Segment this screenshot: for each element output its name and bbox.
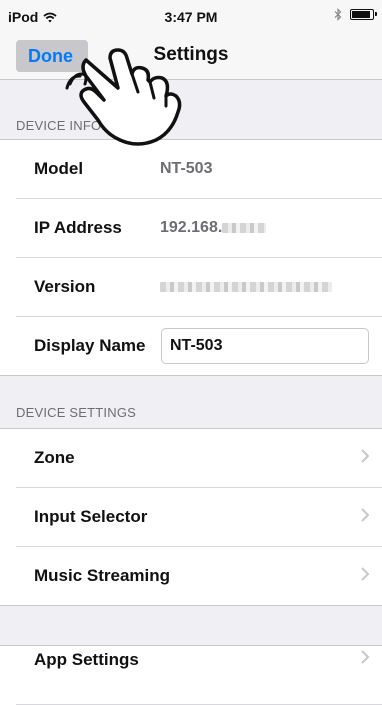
- app-settings-label: App Settings: [34, 650, 139, 669]
- bluetooth-icon: [334, 8, 342, 21]
- navigation-bar: Done Settings: [0, 32, 382, 80]
- ip-address-value: 192.168.: [160, 219, 267, 237]
- version-redacted: [160, 281, 332, 292]
- ip-address-label: IP Address: [34, 218, 122, 237]
- battery-icon: [350, 9, 377, 20]
- zone-label: Zone: [34, 448, 75, 467]
- model-row: Model NT-503: [0, 140, 382, 199]
- version-label: Version: [34, 277, 96, 296]
- page-title: Settings: [153, 44, 229, 65]
- status-time: 3:47 PM: [164, 9, 218, 25]
- music-streaming-row[interactable]: Music Streaming: [0, 547, 382, 606]
- display-name-label: Display Name: [34, 336, 146, 355]
- display-name-field[interactable]: [161, 328, 369, 364]
- model-label: Model: [34, 159, 84, 178]
- model-value: NT-503: [160, 160, 213, 177]
- battery-fill: [352, 11, 370, 18]
- zone-row[interactable]: Zone: [0, 429, 382, 488]
- status-right: [334, 8, 377, 21]
- section-spacer: [0, 606, 382, 646]
- display-name-row: Display Name: [0, 317, 382, 376]
- chevron-right-icon: [361, 508, 370, 522]
- status-bar: iPod 3:47 PM: [0, 0, 382, 32]
- version-row: Version: [0, 258, 382, 317]
- section-header-device-information: DEVICE INFORMATION: [0, 80, 382, 140]
- ip-address-redacted: [222, 222, 267, 233]
- ip-address-prefix: 192.168.: [160, 219, 223, 236]
- input-selector-row[interactable]: Input Selector: [0, 488, 382, 547]
- music-streaming-label: Music Streaming: [34, 566, 171, 585]
- app-settings-row[interactable]: App Settings: [0, 646, 382, 705]
- version-value: [160, 278, 332, 296]
- chevron-right-icon: [361, 567, 370, 581]
- section-header-device-settings: DEVICE SETTINGS: [0, 376, 382, 429]
- input-selector-label: Input Selector: [34, 507, 148, 526]
- ip-address-row: IP Address 192.168.: [0, 199, 382, 258]
- chevron-right-icon: [361, 650, 370, 664]
- chevron-right-icon: [361, 449, 370, 463]
